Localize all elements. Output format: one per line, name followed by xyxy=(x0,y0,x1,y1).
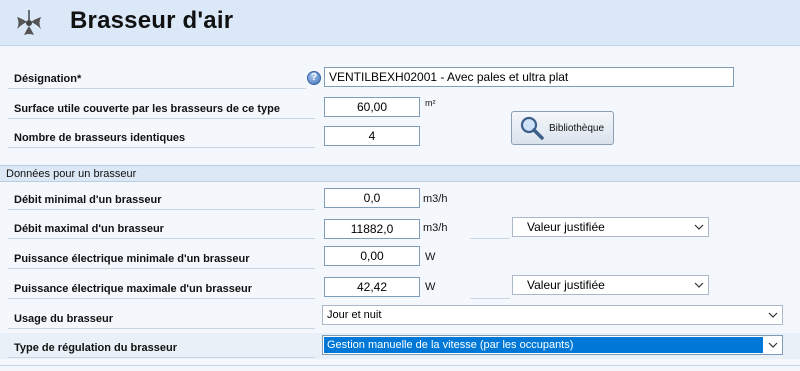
chevron-down-icon[interactable] xyxy=(690,218,708,236)
regulation-label-underline xyxy=(8,357,315,358)
debit-max-field[interactable]: 11882,0 xyxy=(324,219,420,239)
nombre-label-underline xyxy=(8,147,315,148)
debit-max-sep xyxy=(470,238,510,239)
debit-max-label-underline xyxy=(8,238,315,239)
bibliotheque-button-label: Bibliothèque xyxy=(549,122,605,134)
chevron-down-icon[interactable] xyxy=(764,336,782,354)
designation-field[interactable]: VENTILBEXH02001 - Avec pales et ultra pl… xyxy=(324,67,734,87)
puissance-min-label: Puissance électrique minimale d'un brass… xyxy=(14,253,250,265)
debit-min-label: Débit minimal d'un brasseur xyxy=(14,194,162,206)
surface-label: Surface utile couverte par les brasseurs… xyxy=(14,103,280,115)
chevron-down-icon[interactable] xyxy=(764,306,782,324)
puissance-max-label: Puissance électrique maximale d'un brass… xyxy=(14,283,252,295)
nombre-label: Nombre de brasseurs identiques xyxy=(14,132,186,144)
debit-min-label-underline xyxy=(8,209,315,210)
puissance-max-select[interactable]: Valeur justifiée xyxy=(512,275,709,295)
regulation-select-value: Gestion manuelle de la vitesse (par les … xyxy=(324,337,763,353)
bottom-divider xyxy=(0,365,800,366)
window-header: Brasseur d'air xyxy=(0,0,800,46)
debit-max-unit: m3/h xyxy=(423,222,448,234)
puissance-min-unit: W xyxy=(425,251,436,263)
regulation-select[interactable]: Gestion manuelle de la vitesse (par les … xyxy=(322,335,783,355)
debit-max-select[interactable]: Valeur justifiée xyxy=(512,217,709,237)
nombre-field[interactable]: 4 xyxy=(324,126,420,146)
puissance-min-field[interactable]: 0,00 xyxy=(324,246,420,266)
designation-label: Désignation* xyxy=(14,73,82,85)
debit-max-select-value: Valeur justifiée xyxy=(527,220,605,234)
magnifier-icon xyxy=(520,116,544,140)
section-header: Données pour un brasseur xyxy=(0,165,800,182)
puissance-min-label-underline xyxy=(8,268,315,269)
surface-field[interactable]: 60,00 xyxy=(324,97,420,117)
regulation-label: Type de régulation du brasseur xyxy=(14,342,177,354)
surface-label-underline xyxy=(8,118,315,119)
debit-max-label: Débit maximal d'un brasseur xyxy=(14,223,164,235)
puissance-max-sep xyxy=(470,298,510,299)
puissance-max-select-value: Valeur justifiée xyxy=(527,278,605,292)
debit-min-field[interactable]: 0,0 xyxy=(324,188,420,208)
page-title: Brasseur d'air xyxy=(70,7,234,34)
section-title: Données pour un brasseur xyxy=(6,168,137,180)
usage-label: Usage du brasseur xyxy=(14,313,114,325)
puissance-max-field[interactable]: 42,42 xyxy=(324,277,420,297)
debit-min-unit: m3/h xyxy=(423,193,448,205)
puissance-max-unit: W xyxy=(425,281,436,293)
chevron-down-icon[interactable] xyxy=(690,276,708,294)
surface-unit: m² xyxy=(425,98,436,108)
usage-select-value: Jour et nuit xyxy=(327,309,382,321)
help-icon[interactable]: ? xyxy=(307,71,321,85)
ceiling-fan-icon xyxy=(17,10,41,35)
usage-select[interactable]: Jour et nuit xyxy=(322,305,783,325)
usage-label-underline xyxy=(8,328,315,329)
puissance-max-label-underline xyxy=(8,298,315,299)
designation-label-underline xyxy=(8,88,306,89)
bibliotheque-button[interactable]: Bibliothèque xyxy=(511,111,614,145)
